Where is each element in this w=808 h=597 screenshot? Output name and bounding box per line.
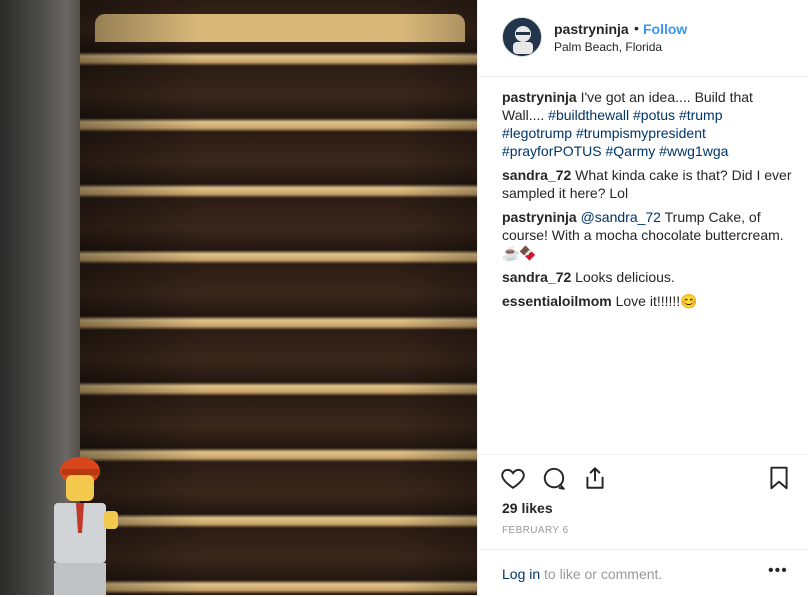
hashtag-link[interactable]: #Qarmy	[605, 143, 655, 159]
hashtag-link[interactable]: #trump	[679, 107, 723, 123]
share-icon[interactable]	[582, 465, 608, 491]
comment-item: pastryninja I've got an idea.... Build t…	[502, 88, 792, 160]
comment-item: pastryninja @sandra_72 Trump Cake, of co…	[502, 208, 792, 262]
follow-button[interactable]: Follow	[643, 21, 687, 37]
avatar[interactable]	[502, 17, 542, 57]
hashtag-link[interactable]: #legotrump	[502, 125, 572, 141]
comment-username[interactable]: pastryninja	[502, 89, 577, 105]
login-link[interactable]: Log in	[502, 566, 540, 582]
comment-username[interactable]: sandra_72	[502, 167, 571, 183]
comment-item: sandra_72 Looks delicious.	[502, 268, 792, 286]
hashtag-link[interactable]: #buildthewall	[548, 107, 629, 123]
comment-item: sandra_72 What kinda cake is that? Did I…	[502, 166, 792, 202]
comment-username[interactable]: pastryninja	[502, 209, 577, 225]
lego-figure	[54, 457, 118, 595]
hashtag-link[interactable]: @sandra_72	[581, 209, 661, 225]
post-location[interactable]: Palm Beach, Florida	[554, 40, 662, 54]
cake-shading	[80, 0, 477, 595]
login-prompt-text: to like or comment.	[540, 566, 663, 582]
login-bar: Log in to like or comment. •••	[478, 549, 808, 597]
login-prompt: Log in to like or comment.	[502, 566, 662, 582]
heart-icon[interactable]	[500, 465, 526, 491]
ninja-avatar-icon	[503, 18, 541, 56]
comment-list: pastryninja I've got an idea.... Build t…	[502, 88, 792, 316]
post-date[interactable]: FEBRUARY 6	[502, 525, 568, 536]
post-sidebar: pastryninja • Follow Palm Beach, Florida…	[477, 0, 808, 595]
action-bar: 29 likes FEBRUARY 6 Log in to like or co…	[478, 454, 808, 596]
hashtag-link[interactable]: #prayforPOTUS	[502, 143, 602, 159]
comment-username[interactable]: sandra_72	[502, 269, 571, 285]
more-options-icon[interactable]: •••	[768, 562, 788, 580]
separator-dot: •	[634, 20, 639, 36]
post-username[interactable]: pastryninja	[554, 21, 629, 37]
comment-item: essentialoilmom Love it!!!!!!😊	[502, 292, 792, 310]
post-photo[interactable]	[0, 0, 477, 595]
post-header: pastryninja • Follow Palm Beach, Florida	[478, 0, 808, 77]
comment-icon[interactable]	[541, 465, 567, 491]
comment-text: Love it!!!!!!😊	[615, 293, 698, 309]
comment-text: Looks delicious.	[575, 269, 675, 285]
hashtag-link[interactable]: #potus	[633, 107, 675, 123]
hashtag-link[interactable]: #trumpismypresident	[576, 125, 706, 141]
comment-username[interactable]: essentialoilmom	[502, 293, 612, 309]
bookmark-icon[interactable]	[766, 465, 792, 491]
hashtag-link[interactable]: #wwg1wga	[659, 143, 728, 159]
like-count[interactable]: 29 likes	[502, 500, 553, 516]
